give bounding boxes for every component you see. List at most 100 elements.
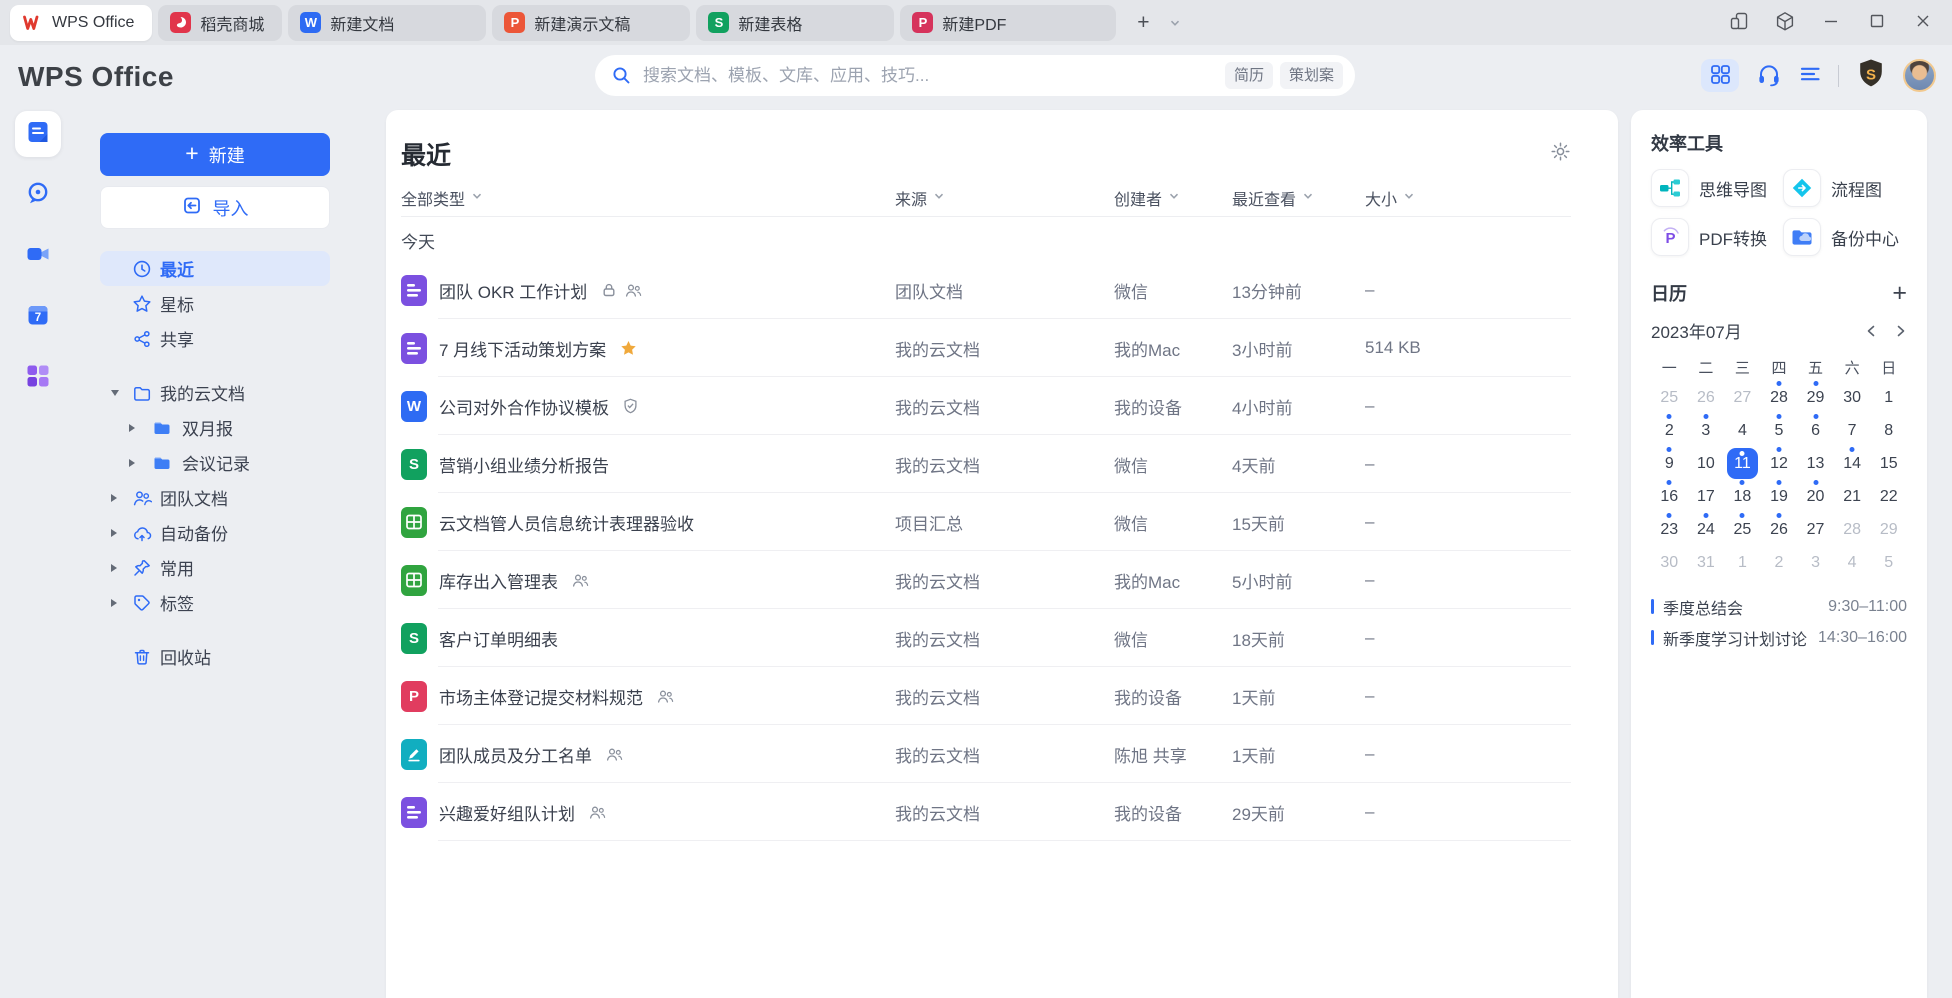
- calendar-day[interactable]: 2: [1761, 546, 1798, 579]
- calendar-add-button[interactable]: +: [1892, 281, 1907, 306]
- home-grid-button[interactable]: [1701, 59, 1739, 92]
- calendar-day[interactable]: 28: [1834, 513, 1871, 546]
- support-button[interactable]: [1756, 62, 1782, 90]
- file-row[interactable]: 云文档管人员信息统计表理器验收 项目汇总 微信 15天前 –: [401, 493, 1571, 551]
- calendar-day[interactable]: 15: [1870, 447, 1907, 480]
- search-tag[interactable]: 策划案: [1280, 62, 1343, 89]
- sidebar-item-team-docs[interactable]: 团队文档: [100, 480, 330, 515]
- sidebar-item-meeting-notes[interactable]: 会议记录: [100, 445, 330, 480]
- tool-backup-center[interactable]: 备份中心: [1783, 218, 1907, 256]
- calendar-day[interactable]: 17: [1688, 480, 1725, 513]
- tab-list-dropdown[interactable]: [1164, 8, 1186, 38]
- calendar-day[interactable]: 24: [1688, 513, 1725, 546]
- calendar-day[interactable]: 30: [1834, 381, 1871, 414]
- search-tag[interactable]: 简历: [1225, 62, 1273, 89]
- calendar-day[interactable]: 21: [1834, 480, 1871, 513]
- membership-badge[interactable]: S: [1856, 58, 1886, 94]
- calendar-day[interactable]: 25: [1651, 381, 1688, 414]
- calendar-day[interactable]: 16: [1651, 480, 1688, 513]
- calendar-day[interactable]: 30: [1651, 546, 1688, 579]
- calendar-day[interactable]: 3: [1797, 546, 1834, 579]
- sidebar-item-frequent[interactable]: 常用: [100, 550, 330, 585]
- file-row[interactable]: 兴趣爱好组队计划 我的云文档 我的设备 29天前 –: [401, 783, 1571, 841]
- sidebar-item-bimonthly-report[interactable]: 双月报: [100, 410, 330, 445]
- calendar-day[interactable]: 28: [1761, 381, 1798, 414]
- caret-right-icon[interactable]: [111, 494, 117, 502]
- calendar-day[interactable]: 27: [1797, 513, 1834, 546]
- filter-viewed[interactable]: 最近查看: [1232, 186, 1365, 210]
- minimize-button[interactable]: [1808, 0, 1854, 45]
- filter-creator[interactable]: 创建者: [1114, 186, 1232, 210]
- import-button[interactable]: 导入: [100, 186, 330, 229]
- new-tab-button[interactable]: +: [1128, 8, 1158, 38]
- search-bar[interactable]: 简历策划案: [595, 55, 1355, 96]
- sidebar-item-my-cloud-docs[interactable]: 我的云文档: [100, 375, 330, 410]
- calendar-day[interactable]: 13: [1797, 447, 1834, 480]
- sidebar-item-shared[interactable]: 共享: [100, 321, 330, 356]
- calendar-day[interactable]: 31: [1688, 546, 1725, 579]
- sidebar-item-tags[interactable]: 标签: [100, 585, 330, 620]
- calendar-day[interactable]: 9: [1651, 447, 1688, 480]
- file-row[interactable]: S营销小组业绩分析报告 我的云文档 微信 4天前 –: [401, 435, 1571, 493]
- calendar-day[interactable]: 6: [1797, 414, 1834, 447]
- avatar[interactable]: [1903, 59, 1936, 92]
- calendar-day[interactable]: 27: [1724, 381, 1761, 414]
- rail-item-documents[interactable]: [15, 111, 61, 157]
- calendar-day[interactable]: 10: [1688, 447, 1725, 480]
- calendar-day[interactable]: 5: [1870, 546, 1907, 579]
- mobile-connect-button[interactable]: [1716, 0, 1762, 45]
- calendar-prev-button[interactable]: [1865, 324, 1878, 338]
- sidebar-item-starred[interactable]: 星标: [100, 286, 330, 321]
- file-row[interactable]: 团队 OKR 工作计划 团队文档 微信 13分钟前 –: [401, 261, 1571, 319]
- calendar-event[interactable]: 新季度学习计划讨论14:30–16:00: [1651, 622, 1907, 653]
- filter-type[interactable]: 全部类型: [401, 186, 895, 210]
- calendar-day[interactable]: 29: [1870, 513, 1907, 546]
- caret-right-icon[interactable]: [129, 459, 135, 467]
- tool-pdf-convert[interactable]: PPDF转换: [1651, 218, 1775, 256]
- caret-right-icon[interactable]: [111, 564, 117, 572]
- calendar-day[interactable]: 26: [1688, 381, 1725, 414]
- rail-item-calendar[interactable]: 7: [15, 294, 61, 340]
- global-menu-button[interactable]: [1799, 63, 1821, 88]
- calendar-day[interactable]: 23: [1651, 513, 1688, 546]
- rail-item-chat[interactable]: [15, 172, 61, 218]
- calendar-day-selected[interactable]: 11: [1724, 447, 1761, 480]
- calendar-day[interactable]: 25: [1724, 513, 1761, 546]
- calendar-day[interactable]: 4: [1834, 546, 1871, 579]
- filter-size[interactable]: 大小: [1365, 186, 1571, 210]
- filter-source[interactable]: 来源: [895, 186, 1114, 210]
- calendar-day[interactable]: 1: [1724, 546, 1761, 579]
- calendar-day[interactable]: 29: [1797, 381, 1834, 414]
- tab-new-doc[interactable]: W新建文档: [288, 5, 486, 41]
- sidebar-item-recent[interactable]: 最近: [100, 251, 330, 286]
- tool-mindmap[interactable]: 思维导图: [1651, 169, 1775, 207]
- file-row[interactable]: 团队成员及分工名单 我的云文档 陈旭 共享 1天前 –: [401, 725, 1571, 783]
- tab-wps-office[interactable]: WPS Office: [10, 5, 152, 41]
- caret-right-icon[interactable]: [111, 529, 117, 537]
- new-document-button[interactable]: + 新建: [100, 133, 330, 176]
- rail-item-apps[interactable]: [15, 355, 61, 401]
- caret-right-icon[interactable]: [111, 599, 117, 607]
- file-row[interactable]: S客户订单明细表 我的云文档 微信 18天前 –: [401, 609, 1571, 667]
- file-row[interactable]: W公司对外合作协议模板 我的云文档 我的设备 4小时前 –: [401, 377, 1571, 435]
- tab-new-slides[interactable]: P新建演示文稿: [492, 5, 690, 41]
- tab-docer-mall[interactable]: 稻壳商城: [158, 5, 282, 41]
- rail-item-meeting[interactable]: [15, 233, 61, 279]
- calendar-day[interactable]: 14: [1834, 447, 1871, 480]
- calendar-day[interactable]: 18: [1724, 480, 1761, 513]
- calendar-day[interactable]: 19: [1761, 480, 1798, 513]
- calendar-day[interactable]: 20: [1797, 480, 1834, 513]
- calendar-day[interactable]: 8: [1870, 414, 1907, 447]
- calendar-day[interactable]: 5: [1761, 414, 1798, 447]
- calendar-day[interactable]: 7: [1834, 414, 1871, 447]
- file-row[interactable]: 库存出入管理表 我的云文档 我的Mac 5小时前 –: [401, 551, 1571, 609]
- caret-right-icon[interactable]: [129, 424, 135, 432]
- maximize-button[interactable]: [1854, 0, 1900, 45]
- file-row[interactable]: 7 月线下活动策划方案 我的云文档 我的Mac 3小时前 514 KB: [401, 319, 1571, 377]
- calendar-day[interactable]: 1: [1870, 381, 1907, 414]
- tab-new-pdf[interactable]: P新建PDF: [900, 5, 1116, 41]
- calendar-day[interactable]: 26: [1761, 513, 1798, 546]
- file-row[interactable]: P市场主体登记提交材料规范 我的云文档 我的设备 1天前 –: [401, 667, 1571, 725]
- calendar-next-button[interactable]: [1894, 324, 1907, 338]
- calendar-day[interactable]: 12: [1761, 447, 1798, 480]
